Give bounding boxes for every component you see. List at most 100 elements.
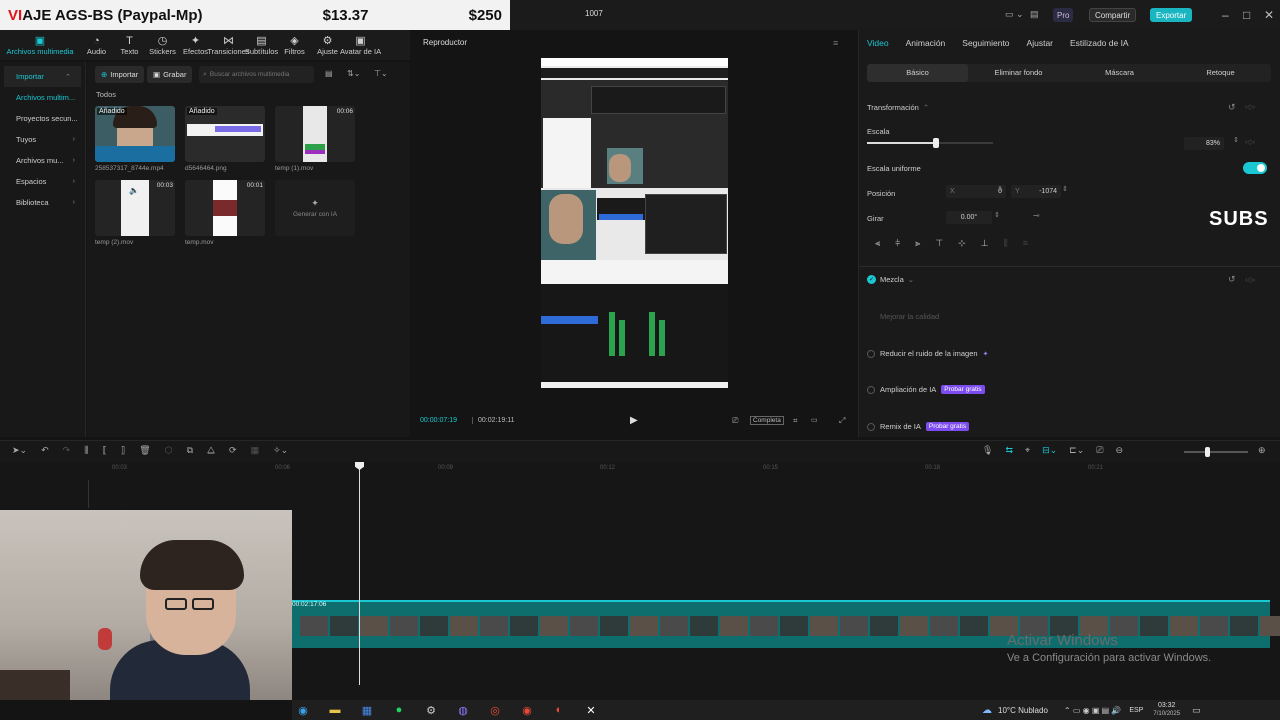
position-y-field[interactable]: Y -1074 [1011, 185, 1061, 198]
crop-tool-icon[interactable]: ⧉ [187, 445, 193, 456]
sidebar-item[interactable]: Espacios › [0, 171, 85, 192]
inspector-subtab[interactable]: Máscara [1069, 64, 1170, 82]
link-icon[interactable]: ⇆ [1005, 445, 1013, 456]
fullscreen-icon[interactable]: ⤢ [839, 416, 845, 426]
capcut-icon[interactable]: ✕ [580, 704, 602, 717]
media-item[interactable]: 00:06 temp (1).mov [275, 106, 355, 172]
trim-right-icon[interactable]: ⟧ [121, 445, 125, 456]
record-button[interactable]: ▣ Grabar [147, 66, 193, 83]
settings-icon[interactable]: ⚙ [420, 704, 442, 717]
ai-tool-icon[interactable]: ✧⌄ [273, 445, 288, 456]
edge-icon[interactable]: ◉ [292, 704, 314, 717]
align-top-icon[interactable]: ⊤ [935, 238, 943, 249]
ai-remix-checkbox[interactable] [867, 422, 875, 431]
sidebar-item[interactable]: Importar ⌃ [4, 66, 81, 87]
stepper-icon[interactable]: ⇕ [997, 185, 1003, 193]
explorer-icon[interactable]: ▬ [324, 704, 346, 716]
track-icon[interactable]: ⊟⌄ [1042, 445, 1057, 456]
store-icon[interactable]: ▦ [356, 704, 378, 717]
media-item[interactable]: 🔈 00:03 temp (2).mov [95, 180, 175, 246]
notification-icon[interactable]: ▭ [1192, 705, 1201, 716]
keyframe-icon[interactable]: ‹◇› [1245, 276, 1255, 284]
undo-icon[interactable]: ↶ [41, 445, 49, 456]
inspector-tab[interactable]: Seguimiento [962, 38, 1009, 48]
layout-split-icon[interactable]: ⊏⌄ [1069, 445, 1084, 456]
trim-left-icon[interactable]: ⟦ [102, 445, 106, 456]
snap-icon[interactable]: ⌖ [1025, 445, 1030, 456]
toolbar-effects-button[interactable]: ✦ Efectos [179, 30, 212, 60]
stepper-icon[interactable]: ⇕ [1233, 136, 1239, 144]
scale-value[interactable]: 83% [1184, 137, 1224, 150]
maximize-icon[interactable]: □ [1243, 8, 1250, 22]
export-button[interactable]: Exportar [1150, 8, 1193, 22]
keyframe-icon[interactable]: ‹◇› [1245, 103, 1255, 111]
align-center-h-icon[interactable]: ⫩ [895, 238, 900, 249]
ai-remix-row[interactable]: Remix de IA Probar gratis [867, 422, 970, 431]
toolbar-filters-button[interactable]: ◈ Filtros [278, 30, 311, 60]
share-button[interactable]: Compartir [1089, 8, 1137, 22]
snapshot-icon[interactable]: ⎚ [732, 416, 738, 426]
weather-text[interactable]: 10°C Nublado [998, 706, 1048, 715]
ai-expand-checkbox[interactable] [867, 385, 875, 394]
reset-icon[interactable]: ↺ [1228, 102, 1236, 113]
inspector-tab[interactable]: Estilizado de IA [1070, 38, 1129, 48]
rotate-dial-icon[interactable]: ⊸ [1033, 211, 1040, 220]
time-ruler[interactable]: 00:03 00:06 00:09 00:12 00:15 00:18 00:21 [0, 462, 1280, 474]
inspector-tab[interactable]: Ajustar [1027, 38, 1053, 48]
toolbar-subtitles-button[interactable]: ▤ Subtítulos [245, 30, 278, 60]
reset-icon[interactable]: ↺ [1228, 274, 1236, 285]
media-item[interactable]: Añadido d5646464.png [185, 106, 265, 172]
stepper-icon[interactable]: ⇕ [1062, 185, 1068, 193]
ai-expand-row[interactable]: Ampliación de IA Probar gratis [867, 385, 985, 394]
scale-slider[interactable] [867, 138, 993, 148]
monitor-icon[interactable]: ▤ [1030, 9, 1039, 20]
transform-header[interactable]: Transformación ⌃ [867, 103, 929, 112]
delete-icon[interactable]: 🗑 [139, 445, 150, 456]
language-indicator[interactable]: ESP [1129, 707, 1143, 714]
split-icon[interactable]: ⫼ [84, 445, 88, 456]
mirror-icon[interactable]: ⧋ [207, 445, 215, 456]
search-input[interactable] [209, 71, 310, 78]
import-button[interactable]: ⊕ Importar [95, 66, 145, 83]
rotate-value[interactable]: 0.00° [946, 211, 992, 224]
filter-icon[interactable]: ⊤⌄ [374, 69, 388, 78]
discord-icon[interactable]: ◍ [452, 704, 474, 717]
redo-icon[interactable]: ↷ [63, 445, 71, 456]
play-button[interactable]: ▶ [630, 415, 638, 426]
pro-button[interactable]: Pro [1053, 8, 1074, 22]
align-right-icon[interactable]: ⫸ [915, 238, 920, 249]
toolbar-media-button[interactable]: ▣ Archivos multimedia [0, 30, 80, 60]
menu-icon[interactable]: ≡ [833, 38, 838, 48]
denoise-row[interactable]: Reducir el ruido de la imagen ✦ [867, 349, 988, 358]
select-tool-icon[interactable]: ➤⌄ [12, 445, 27, 456]
toolbar-adjust-button[interactable]: ⚙ Ajuste [311, 30, 344, 60]
align-left-icon[interactable]: ⫷ [875, 238, 880, 249]
preview-canvas[interactable] [541, 58, 728, 388]
zoom-slider-knob[interactable] [1205, 447, 1210, 457]
toolbar-audio-button[interactable]: ◔ Audio [80, 30, 113, 60]
search-box[interactable]: ⌕ [199, 66, 314, 83]
inspector-subtab[interactable]: Básico [867, 64, 968, 82]
media-item[interactable]: 00:01 temp.mov [185, 180, 265, 246]
chrome-icon[interactable]: ◎ [484, 704, 506, 717]
zoom-slider[interactable] [1184, 451, 1248, 453]
align-bottom-icon[interactable]: ⊥ [981, 238, 989, 249]
freeze-icon[interactable]: ▦ [251, 445, 260, 456]
toolbar-sticker-button[interactable]: ◷ Stickers [146, 30, 179, 60]
tray-icons[interactable]: ⌃ ▭ ◉ ▣ ▤ 🔊 [1064, 706, 1121, 715]
toolbar-transitions-button[interactable]: ⋈ Transiciones [207, 30, 249, 60]
marker-icon[interactable]: ⬡ [165, 445, 173, 456]
inspector-subtab[interactable]: Retoque [1170, 64, 1271, 82]
generate-ai-button[interactable]: ✦ Generar con IA [275, 180, 355, 236]
mic-icon[interactable]: 🎙 [982, 445, 993, 456]
sort-icon[interactable]: ⇅⌄ [347, 69, 360, 78]
view-toggle-icon[interactable]: ▤ [325, 69, 333, 78]
toolbar-avatar-button[interactable]: ▣ Avatar de IA [340, 30, 381, 60]
minimize-icon[interactable]: – [1222, 8, 1229, 22]
sidebar-item[interactable]: Archivos multim... [0, 87, 85, 108]
inspector-tab[interactable]: Animación [906, 38, 946, 48]
stepper-icon[interactable]: ⇕ [994, 211, 1000, 219]
uniform-scale-toggle[interactable] [1243, 162, 1267, 174]
inspector-tab[interactable]: Video [867, 38, 889, 48]
spotify-icon[interactable]: ● [388, 704, 410, 716]
